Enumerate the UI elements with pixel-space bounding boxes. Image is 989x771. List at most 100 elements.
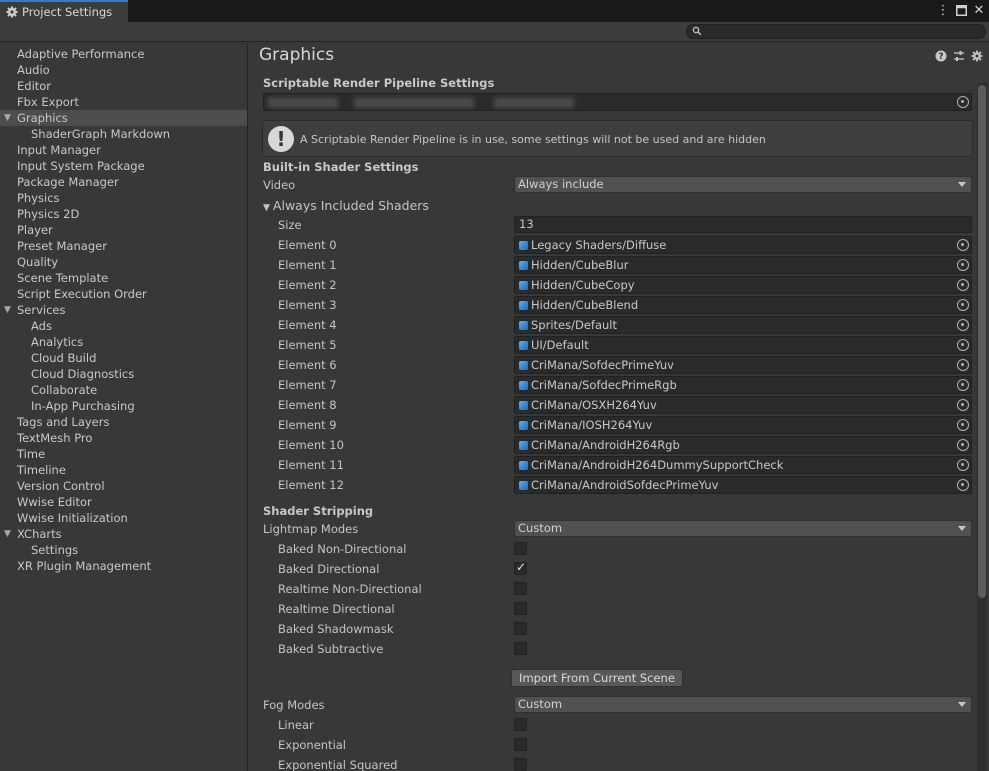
sidebar-item-preset-manager[interactable]: Preset Manager xyxy=(0,238,247,254)
shader-field[interactable]: Hidden/CubeCopy xyxy=(514,276,972,294)
sidebar-item-ads[interactable]: Ads xyxy=(0,318,247,334)
sidebar-item-textmesh-pro[interactable]: TextMesh Pro xyxy=(0,430,247,446)
sidebar-item-editor[interactable]: Editor xyxy=(0,78,247,94)
sidebar-item-physics-2d[interactable]: Physics 2D xyxy=(0,206,247,222)
presets-icon[interactable] xyxy=(953,50,965,62)
title-bar: Project Settings ⋮ ✕ xyxy=(0,0,989,22)
object-picker-icon[interactable] xyxy=(957,96,969,108)
shader-field[interactable]: UI/Default xyxy=(514,336,972,354)
sidebar-item-analytics[interactable]: Analytics xyxy=(0,334,247,350)
sidebar-item-timeline[interactable]: Timeline xyxy=(0,462,247,478)
object-picker-icon[interactable] xyxy=(957,359,969,371)
baked-directional-checkbox[interactable] xyxy=(514,560,527,575)
shader-field[interactable]: Legacy Shaders/Diffuse xyxy=(514,236,972,254)
object-picker-icon[interactable] xyxy=(957,299,969,311)
scrollbar-thumb[interactable] xyxy=(978,85,986,598)
sidebar-item-label: Audio xyxy=(17,63,50,77)
shader-field[interactable]: CriMana/OSXH264Yuv xyxy=(514,396,972,414)
shader-field[interactable]: CriMana/AndroidH264Rgb xyxy=(514,436,972,454)
shader-field[interactable]: Sprites/Default xyxy=(514,316,972,334)
realtime-directional-checkbox[interactable] xyxy=(514,602,527,615)
realtime-non-directional-checkbox[interactable] xyxy=(514,582,527,595)
shader-field[interactable]: CriMana/SofdecPrimeYuv xyxy=(514,356,972,374)
object-picker-icon[interactable] xyxy=(957,319,969,331)
sidebar-item-scene-template[interactable]: Scene Template xyxy=(0,270,247,286)
srp-warning-text: A Scriptable Render Pipeline is in use, … xyxy=(300,133,766,146)
sidebar-item-cloud-diagnostics[interactable]: Cloud Diagnostics xyxy=(0,366,247,382)
sidebar-item-player[interactable]: Player xyxy=(0,222,247,238)
fog-exponential-checkbox[interactable] xyxy=(514,738,527,751)
close-icon[interactable]: ✕ xyxy=(973,3,985,18)
expand-arrow-icon[interactable]: ▼ xyxy=(4,110,11,126)
fog-linear-checkbox[interactable] xyxy=(514,718,527,731)
expand-arrow-icon[interactable]: ▼ xyxy=(263,203,270,213)
object-picker-icon[interactable] xyxy=(957,259,969,271)
sidebar-item-fbx-export[interactable]: Fbx Export xyxy=(0,94,247,110)
srp-asset-field[interactable] xyxy=(263,93,972,111)
sidebar-item-tags-and-layers[interactable]: Tags and Layers xyxy=(0,414,247,430)
fog-exponential-squared-checkbox[interactable] xyxy=(514,758,527,771)
sidebar-item-collaborate[interactable]: Collaborate xyxy=(0,382,247,398)
sidebar-item-services[interactable]: ▼ Services xyxy=(0,302,247,318)
shader-field[interactable]: Hidden/CubeBlur xyxy=(514,256,972,274)
settings-icon[interactable] xyxy=(971,50,983,62)
size-input[interactable]: 13 xyxy=(514,216,972,233)
maximize-icon[interactable] xyxy=(955,3,967,17)
always-included-shaders-foldout[interactable]: ▼ Always Included Shaders xyxy=(263,198,429,213)
sidebar-item-audio[interactable]: Audio xyxy=(0,62,247,78)
baked-non-directional-checkbox[interactable] xyxy=(514,542,527,555)
help-icon[interactable]: ? xyxy=(935,50,947,62)
window-tab[interactable]: Project Settings xyxy=(0,0,128,22)
sidebar-item-input-manager[interactable]: Input Manager xyxy=(0,142,247,158)
shader-field[interactable]: CriMana/AndroidH264DummySupportCheck xyxy=(514,456,972,474)
sidebar-item-physics[interactable]: Physics xyxy=(0,190,247,206)
fog-modes-dropdown[interactable]: Custom xyxy=(514,696,972,713)
object-picker-icon[interactable] xyxy=(957,459,969,471)
sidebar-item-label: Analytics xyxy=(31,335,84,349)
object-picker-icon[interactable] xyxy=(957,479,969,491)
shader-field[interactable]: Hidden/CubeBlend xyxy=(514,296,972,314)
sidebar-item-in-app-purchasing[interactable]: In-App Purchasing xyxy=(0,398,247,414)
object-picker-icon[interactable] xyxy=(957,419,969,431)
sidebar-item-label: Wwise Editor xyxy=(17,495,92,509)
settings-sidebar: Adaptive Performance Audio Editor Fbx Ex… xyxy=(0,43,248,771)
object-picker-icon[interactable] xyxy=(957,239,969,251)
expand-arrow-icon[interactable]: ▼ xyxy=(4,302,11,318)
shader-field[interactable]: CriMana/IOSH264Yuv xyxy=(514,416,972,434)
vertical-scrollbar[interactable] xyxy=(977,83,987,771)
search-input[interactable] xyxy=(686,24,986,39)
sidebar-item-graphics[interactable]: ▼ Graphics xyxy=(0,110,247,126)
sidebar-item-xr-plugin-management[interactable]: XR Plugin Management xyxy=(0,558,247,574)
sidebar-item-wwise-editor[interactable]: Wwise Editor xyxy=(0,494,247,510)
kebab-menu-icon[interactable]: ⋮ xyxy=(937,3,950,18)
sidebar-item-adaptive-performance[interactable]: Adaptive Performance xyxy=(0,46,247,62)
chevron-down-icon xyxy=(958,702,966,707)
baked-subtractive-checkbox[interactable] xyxy=(514,642,527,655)
shader-field[interactable]: CriMana/SofdecPrimeRgb xyxy=(514,376,972,394)
object-picker-icon[interactable] xyxy=(957,379,969,391)
sidebar-item-xcharts-settings[interactable]: Settings xyxy=(0,542,247,558)
sidebar-item-package-manager[interactable]: Package Manager xyxy=(0,174,247,190)
svg-text:?: ? xyxy=(938,52,943,62)
sidebar-item-input-system-package[interactable]: Input System Package xyxy=(0,158,247,174)
shader-field[interactable]: CriMana/AndroidSofdecPrimeYuv xyxy=(514,476,972,494)
sidebar-item-quality[interactable]: Quality xyxy=(0,254,247,270)
sidebar-item-wwise-initialization[interactable]: Wwise Initialization xyxy=(0,510,247,526)
video-dropdown[interactable]: Always include xyxy=(514,176,972,193)
sidebar-item-version-control[interactable]: Version Control xyxy=(0,478,247,494)
sidebar-item-cloud-build[interactable]: Cloud Build xyxy=(0,350,247,366)
object-picker-icon[interactable] xyxy=(957,399,969,411)
lightmap-modes-dropdown[interactable]: Custom xyxy=(514,520,972,537)
sidebar-item-time[interactable]: Time xyxy=(0,446,247,462)
sidebar-item-script-execution-order[interactable]: Script Execution Order xyxy=(0,286,247,302)
sidebar-item-xcharts[interactable]: ▼ XCharts xyxy=(0,526,247,542)
import-from-current-scene-button[interactable]: Import From Current Scene xyxy=(511,669,683,687)
sidebar-item-shadergraph-markdown[interactable]: ShaderGraph Markdown xyxy=(0,126,247,142)
expand-arrow-icon[interactable]: ▼ xyxy=(4,526,11,542)
object-picker-icon[interactable] xyxy=(957,339,969,351)
baked-shadowmask-checkbox[interactable] xyxy=(514,622,527,635)
object-picker-icon[interactable] xyxy=(957,279,969,291)
sidebar-item-label: Services xyxy=(17,303,66,317)
object-picker-icon[interactable] xyxy=(957,439,969,451)
sidebar-item-label: Ads xyxy=(31,319,52,333)
